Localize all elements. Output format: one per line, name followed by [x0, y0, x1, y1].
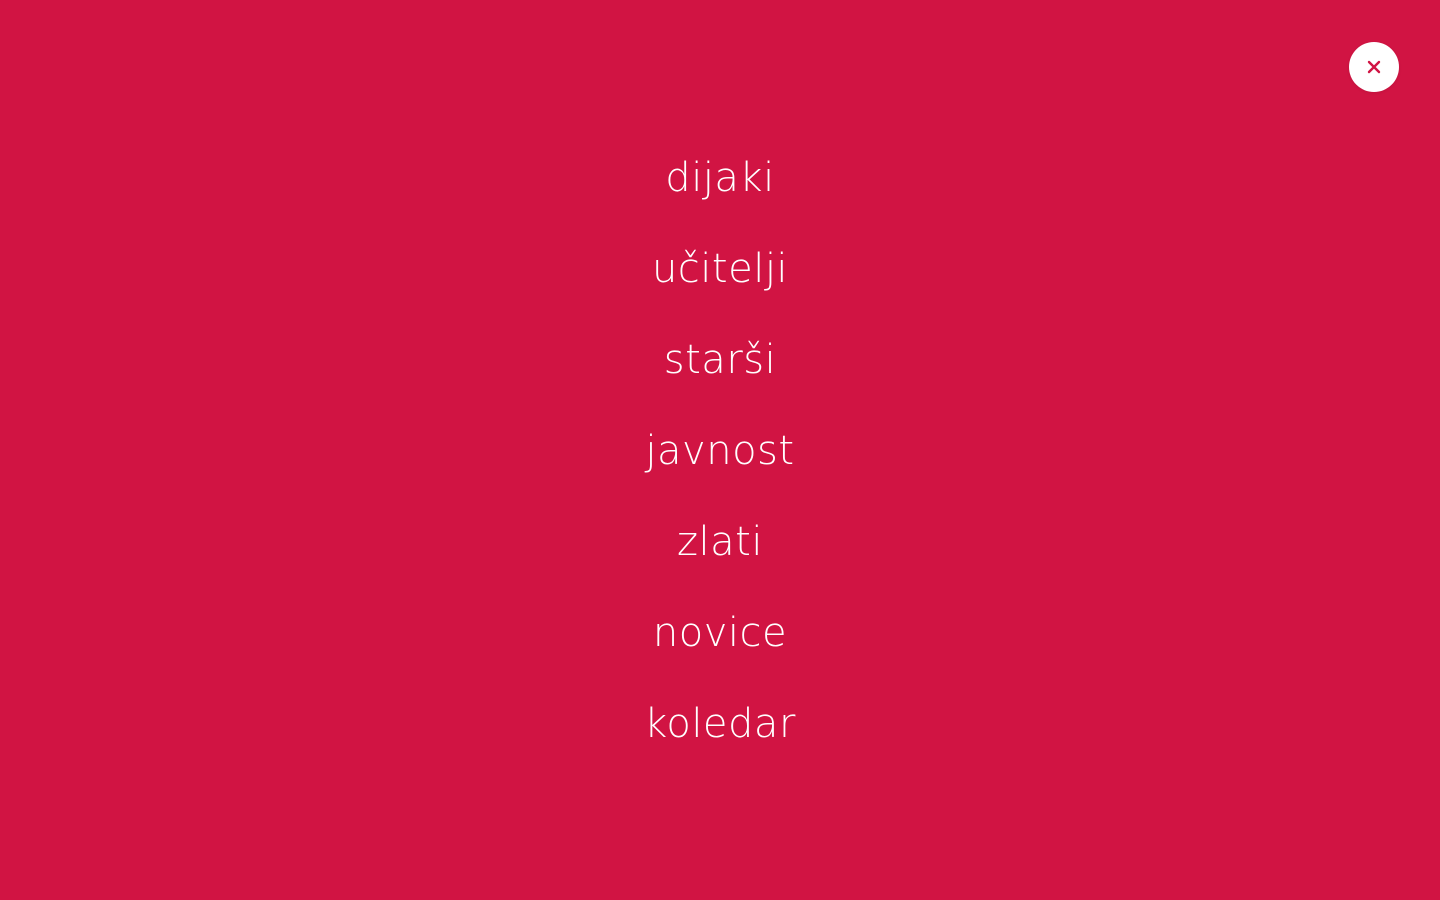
menu-link-zlati[interactable]: zlati: [677, 522, 763, 562]
menu-item-zlati: zlati: [0, 496, 1440, 587]
menu-item-koledar: koledar: [0, 678, 1440, 769]
menu-link-koledar[interactable]: koledar: [644, 704, 796, 744]
menu-item-dijaki: dijaki: [0, 132, 1440, 223]
menu-link-dijaki[interactable]: dijaki: [665, 158, 774, 198]
menu-link-javnost[interactable]: javnost: [645, 431, 794, 471]
menu-item-starsi: starši: [0, 314, 1440, 405]
close-icon: [1367, 60, 1381, 74]
menu-link-starsi[interactable]: starši: [664, 340, 776, 380]
menu-item-ucitelji: učitelji: [0, 223, 1440, 314]
menu-list: dijaki učitelji starši javnost zlati nov…: [0, 132, 1440, 769]
menu-item-novice: novice: [0, 587, 1440, 678]
menu-link-novice[interactable]: novice: [653, 613, 787, 653]
close-button[interactable]: [1349, 42, 1399, 92]
menu-item-javnost: javnost: [0, 405, 1440, 496]
menu-link-ucitelji[interactable]: učitelji: [652, 249, 788, 289]
